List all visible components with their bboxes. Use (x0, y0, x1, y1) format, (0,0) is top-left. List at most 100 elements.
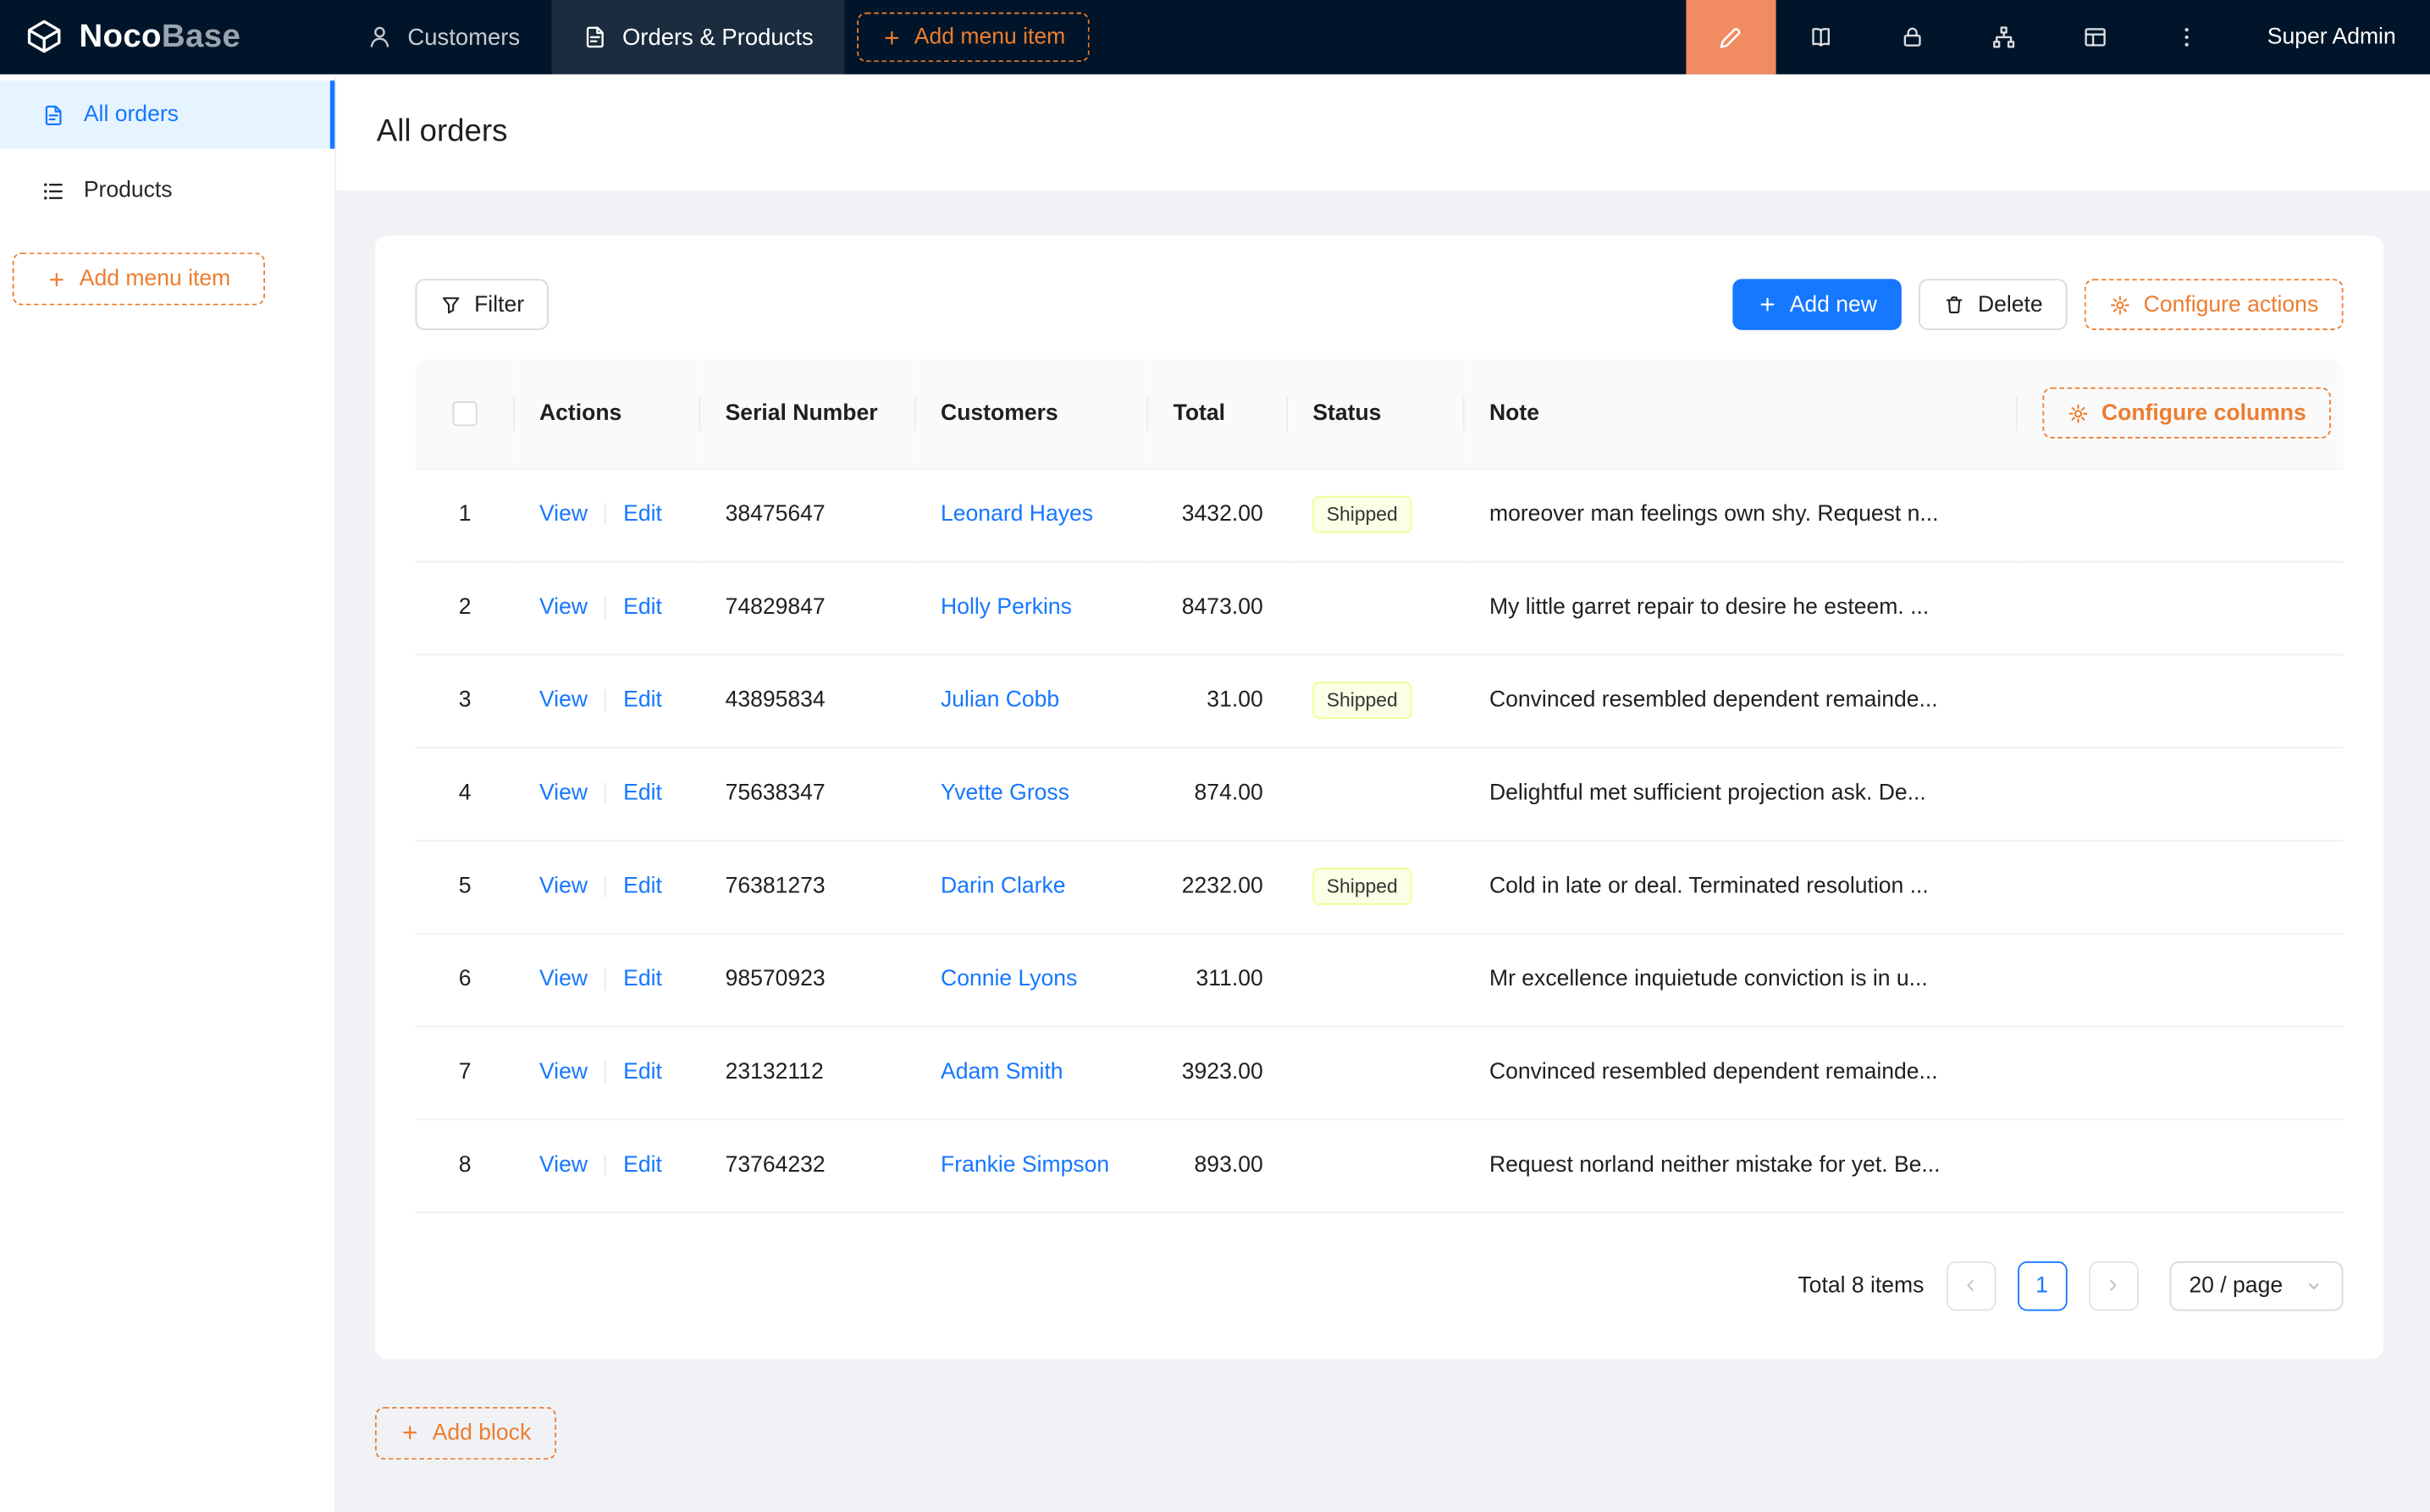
serial-cell: 76381273 (700, 840, 915, 933)
serial-cell: 75638347 (700, 747, 915, 840)
row-config-spacer (2018, 747, 2343, 840)
configure-columns-header: Configure columns (2018, 360, 2343, 468)
column-header-total[interactable]: Total (1148, 360, 1288, 468)
edit-link[interactable]: Edit (623, 1060, 662, 1084)
edit-link[interactable]: Edit (623, 502, 662, 527)
view-link[interactable]: View (539, 781, 588, 805)
edit-link[interactable]: Edit (623, 967, 662, 991)
row-index: 5 (416, 840, 515, 933)
view-link[interactable]: View (539, 1060, 588, 1084)
note-cell: Delightful met sufficient projection ask… (1465, 747, 2018, 840)
column-header-status[interactable]: Status (1288, 360, 1465, 468)
nav-tab-customers[interactable]: Customers (336, 0, 551, 74)
row-index: 8 (416, 1119, 515, 1212)
customer-link[interactable]: Yvette Gross (941, 781, 1069, 806)
row-config-spacer (2018, 933, 2343, 1026)
table-row[interactable]: 6 View Edit 98570923 Connie Lyons 311.00… (416, 933, 2344, 1026)
logo[interactable]: NocoBase (0, 0, 336, 74)
customer-link[interactable]: Julian Cobb (941, 688, 1059, 713)
chevron-down-icon (2305, 1276, 2323, 1294)
ellipsis-vertical-icon (2175, 25, 2200, 49)
table-row[interactable]: 4 View Edit 75638347 Yvette Gross 874.00… (416, 747, 2344, 840)
user-menu[interactable]: Super Admin (2233, 0, 2430, 74)
action-divider (605, 782, 606, 804)
edit-link[interactable]: Edit (623, 595, 662, 620)
nodes-icon (1992, 25, 2017, 49)
view-link[interactable]: View (539, 688, 588, 713)
page-size-select[interactable]: 20 / page (2169, 1261, 2344, 1311)
orders-icon (41, 103, 64, 126)
header-add-menu-item-button[interactable]: Add menu item (857, 13, 1091, 63)
edit-link[interactable]: Edit (623, 781, 662, 805)
row-actions: View Edit (539, 967, 676, 991)
serial-cell: 73764232 (700, 1119, 915, 1212)
delete-label: Delete (1978, 292, 2043, 317)
table-row[interactable]: 8 View Edit 73764232 Frankie Simpson 893… (416, 1119, 2344, 1212)
table-row[interactable]: 7 View Edit 23132112 Adam Smith 3923.00 … (416, 1026, 2344, 1119)
view-link[interactable]: View (539, 502, 588, 527)
customer-link[interactable]: Leonard Hayes (941, 502, 1093, 527)
customer-link[interactable]: Holly Perkins (941, 595, 1072, 620)
action-divider (605, 597, 606, 619)
ui-editor-toggle[interactable] (1686, 0, 1776, 74)
content: Filter Add new Delete (336, 190, 2430, 1512)
delete-button[interactable]: Delete (1919, 279, 2068, 329)
edit-link[interactable]: Edit (623, 688, 662, 713)
row-config-spacer (2018, 840, 2343, 933)
select-all-checkbox[interactable] (452, 401, 477, 426)
customer-link[interactable]: Darin Clarke (941, 874, 1066, 898)
column-header-customers[interactable]: Customers (916, 360, 1149, 468)
sidebar-add-menu-item-label: Add menu item (80, 267, 231, 291)
filter-button[interactable]: Filter (416, 279, 550, 329)
add-new-label: Add new (1790, 292, 1877, 317)
sidebar: All orders Products Add menu item (0, 74, 336, 1512)
view-link[interactable]: View (539, 1153, 588, 1178)
table-row[interactable]: 2 View Edit 74829847 Holly Perkins 8473.… (416, 561, 2344, 654)
header-nodes-button[interactable] (1959, 0, 2051, 74)
configure-actions-button[interactable]: Configure actions (2085, 279, 2343, 329)
column-header-note[interactable]: Note (1465, 360, 2018, 468)
header-more-button[interactable] (2141, 0, 2233, 74)
header-lock-button[interactable] (1868, 0, 1959, 74)
customer-link[interactable]: Adam Smith (941, 1060, 1063, 1084)
logo-text-light: Base (162, 19, 240, 54)
lock-icon (1901, 25, 1925, 49)
header-layout-button[interactable] (2051, 0, 2142, 74)
row-config-spacer (2018, 654, 2343, 747)
edit-link[interactable]: Edit (623, 1153, 662, 1178)
prev-page-button[interactable] (1946, 1261, 1996, 1311)
sidebar-item-all-orders[interactable]: All orders (0, 80, 334, 149)
next-page-button[interactable] (2088, 1261, 2138, 1311)
select-all-header (416, 360, 515, 468)
add-new-button[interactable]: Add new (1732, 279, 1902, 329)
table-row[interactable]: 3 View Edit 43895834 Julian Cobb 31.00 S… (416, 654, 2344, 747)
row-index: 6 (416, 933, 515, 1026)
plus-icon (400, 1422, 420, 1443)
total-cell: 893.00 (1148, 1119, 1288, 1212)
configure-columns-button[interactable]: Configure columns (2042, 388, 2331, 439)
nav-tab-orders-products[interactable]: Orders & Products (551, 0, 845, 74)
view-link[interactable]: View (539, 967, 588, 991)
page-1-button[interactable]: 1 (2017, 1261, 2067, 1311)
sidebar-item-products[interactable]: Products (0, 157, 334, 225)
plus-icon (1757, 295, 1777, 315)
user-name: Super Admin (2267, 25, 2396, 49)
sidebar-add-menu-item-button[interactable]: Add menu item (13, 252, 265, 305)
toolbar-right: Add new Delete (1732, 279, 2344, 329)
column-header-serial-number[interactable]: Serial Number (700, 360, 915, 468)
add-block-label: Add block (433, 1421, 532, 1445)
view-link[interactable]: View (539, 595, 588, 620)
customer-link[interactable]: Connie Lyons (941, 967, 1077, 991)
designer-pen-icon (1718, 24, 1744, 50)
table-row[interactable]: 1 View Edit 38475647 Leonard Hayes 3432.… (416, 468, 2344, 561)
customer-link[interactable]: Frankie Simpson (941, 1153, 1109, 1178)
edit-link[interactable]: Edit (623, 874, 662, 898)
view-link[interactable]: View (539, 874, 588, 898)
add-block-button[interactable]: Add block (375, 1406, 556, 1459)
column-header-actions[interactable]: Actions (515, 360, 701, 468)
serial-cell: 98570923 (700, 933, 915, 1026)
customers-icon (367, 25, 392, 49)
table-row[interactable]: 5 View Edit 76381273 Darin Clarke 2232.0… (416, 840, 2344, 933)
header-book-button[interactable] (1776, 0, 1868, 74)
logo-icon (23, 18, 64, 57)
